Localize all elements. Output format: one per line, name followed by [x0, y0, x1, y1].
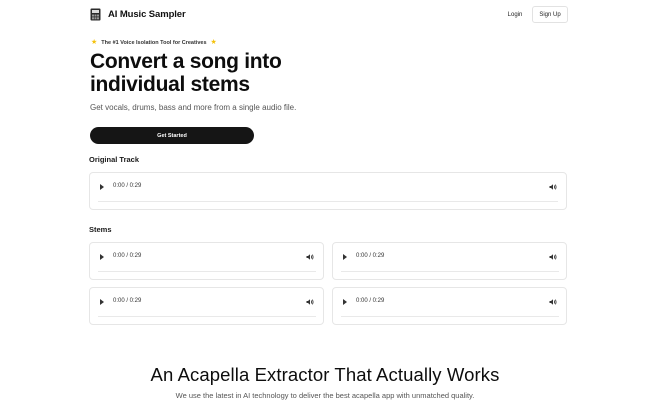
- hero-headline: Convert a song into individual stems: [90, 50, 282, 96]
- time-display: 0:00 / 0:29: [113, 253, 142, 259]
- star-icon: ★: [91, 39, 98, 46]
- star-icon: ★: [210, 39, 217, 46]
- signup-button[interactable]: Sign Up: [532, 6, 568, 23]
- top-nav: AI Music Sampler Login Sign Up: [0, 0, 650, 30]
- time-display: 0:00 / 0:29: [356, 253, 385, 259]
- get-started-button[interactable]: Get Started: [90, 127, 254, 144]
- volume-icon[interactable]: [306, 298, 314, 306]
- play-icon[interactable]: [100, 254, 104, 260]
- app-title[interactable]: AI Music Sampler: [108, 9, 186, 20]
- original-track-title: Original Track: [89, 155, 140, 164]
- play-icon[interactable]: [343, 254, 347, 260]
- stem-audio-player: 0:00 / 0:29: [332, 242, 567, 280]
- stem-audio-player: 0:00 / 0:29: [332, 287, 567, 325]
- volume-icon[interactable]: [306, 253, 314, 261]
- play-icon[interactable]: [100, 184, 104, 190]
- time-display: 0:00 / 0:29: [113, 298, 142, 304]
- stems-title: Stems: [89, 225, 112, 234]
- stem-audio-player: 0:00 / 0:29: [89, 287, 324, 325]
- seek-bar[interactable]: [98, 271, 316, 272]
- login-button[interactable]: Login: [500, 6, 530, 23]
- seek-bar[interactable]: [341, 271, 559, 272]
- seek-bar[interactable]: [341, 316, 559, 317]
- seek-bar[interactable]: [98, 316, 316, 317]
- hero-subheadline: Get vocals, drums, bass and more from a …: [90, 103, 297, 112]
- volume-icon[interactable]: [549, 253, 557, 261]
- time-display: 0:00 / 0:29: [356, 298, 385, 304]
- sampler-device-icon[interactable]: [90, 8, 101, 21]
- tagline: ★ The #1 Voice Isolation Tool for Creati…: [91, 39, 217, 46]
- volume-icon[interactable]: [549, 298, 557, 306]
- volume-icon[interactable]: [549, 183, 557, 191]
- stem-audio-player: 0:00 / 0:29: [89, 242, 324, 280]
- seek-bar[interactable]: [98, 201, 558, 202]
- play-icon[interactable]: [343, 299, 347, 305]
- feature-subtitle: We use the latest in AI technology to de…: [175, 391, 475, 400]
- feature-title: An Acapella Extractor That Actually Work…: [150, 364, 500, 385]
- play-icon[interactable]: [100, 299, 104, 305]
- time-display: 0:00 / 0:29: [113, 183, 142, 189]
- original-audio-player: 0:00 / 0:29: [89, 172, 567, 210]
- tagline-text: The #1 Voice Isolation Tool for Creative…: [101, 39, 207, 46]
